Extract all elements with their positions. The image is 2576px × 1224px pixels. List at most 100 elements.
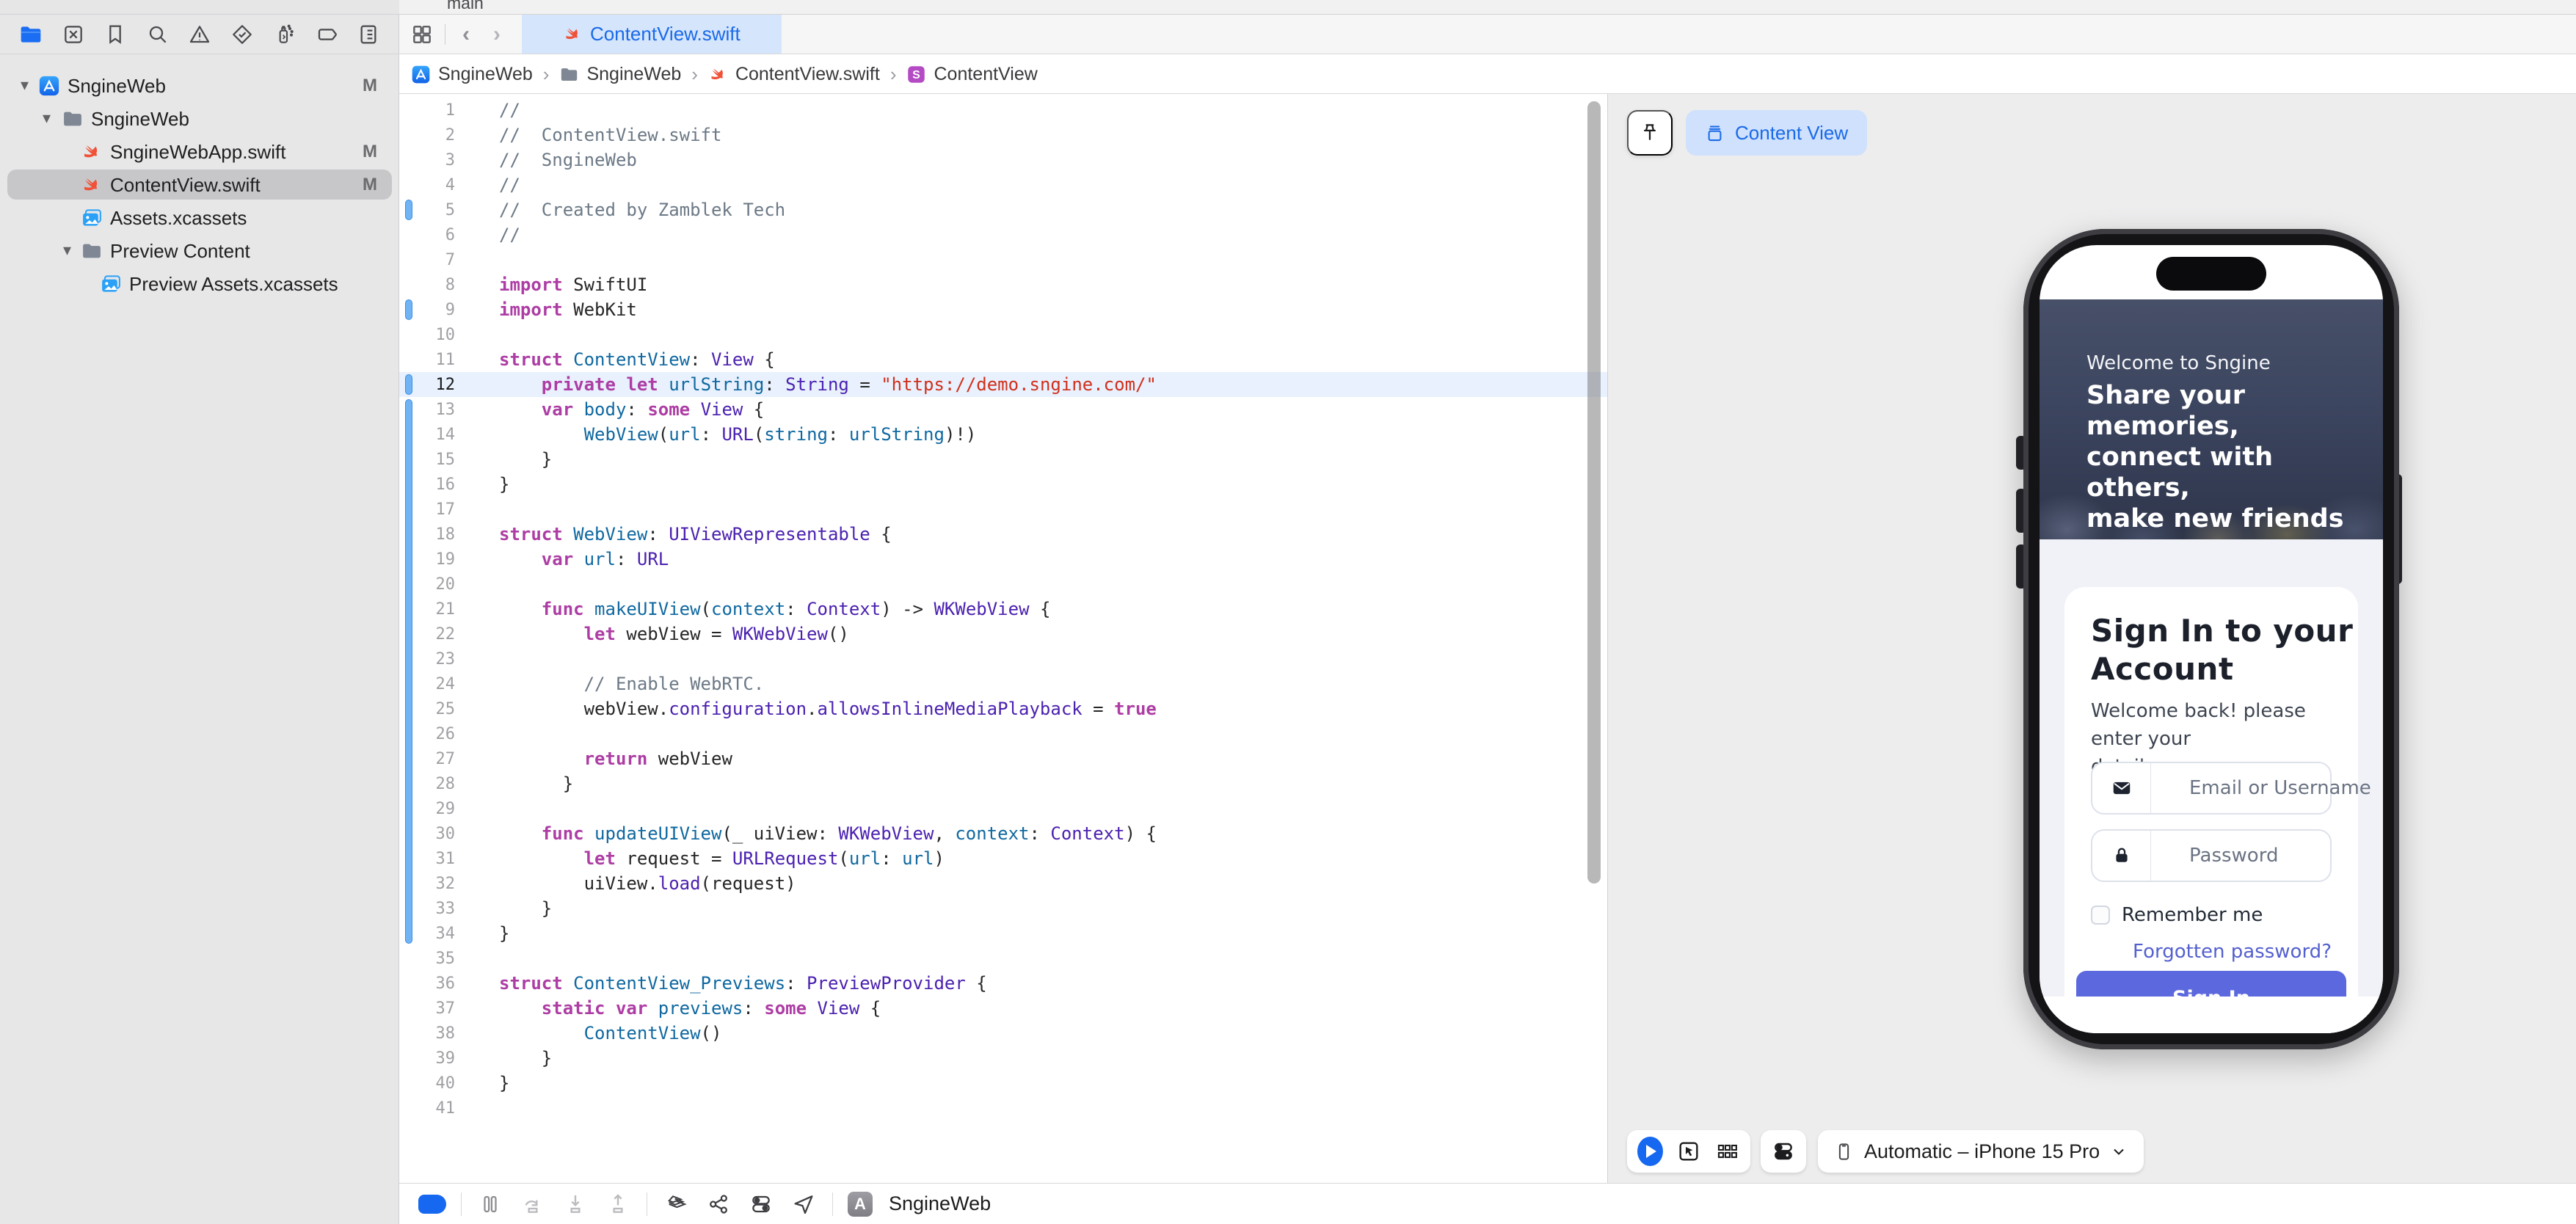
disclosure-chevron-icon[interactable]: ▾ <box>43 110 57 126</box>
device-settings-icon[interactable] <box>1769 1137 1798 1166</box>
file-row-sngineweb[interactable]: ▾ SngineWeb <box>0 102 399 135</box>
jump-bar: SngineWeb › SngineWeb › ContentView.swift › S C… <box>399 55 2576 94</box>
selectable-mode-icon[interactable] <box>1676 1137 1702 1166</box>
code-text: var body: some View { <box>541 399 765 420</box>
memory-graph-icon[interactable] <box>705 1190 732 1218</box>
reports-icon[interactable] <box>354 20 383 49</box>
source-control-change-bar[interactable] <box>405 374 412 395</box>
remember-me-checkbox[interactable] <box>2091 906 2110 925</box>
editor-scrollbar-thumb[interactable] <box>1587 101 1601 884</box>
issues-icon[interactable] <box>185 20 214 49</box>
swift-icon <box>81 141 103 163</box>
debug-gauge-icon[interactable] <box>269 20 299 49</box>
iphone-screen: Welcome to Sngine Share your memories, c… <box>2040 245 2383 1033</box>
debug-bar-separator <box>461 1192 462 1216</box>
code-text: } <box>499 898 553 919</box>
line-number: 4 <box>445 175 455 194</box>
step-over-icon[interactable] <box>519 1190 547 1218</box>
code-line-18: 18 struct WebView: UIViewRepresentable { <box>399 522 1607 547</box>
code-editor[interactable]: 1 // 2 // ContentView.swift 3 // SngineWeb 4 //… <box>399 94 1607 1183</box>
file-label: SngineWeb <box>91 108 189 130</box>
line-number: 38 <box>435 1024 456 1043</box>
breakpoints-toggle-button[interactable] <box>418 1190 446 1218</box>
email-field[interactable] <box>2091 762 2383 815</box>
hero-headline: Share your memories, connect with others… <box>2086 381 2344 533</box>
code-text: } <box>499 1048 553 1068</box>
device-selector[interactable]: Automatic – iPhone 15 Pro <box>1818 1130 2144 1173</box>
code-text: return webView <box>583 748 732 769</box>
code-line-25: 25 webView.configuration.allowsInlineMed… <box>399 696 1607 721</box>
source-control-icon[interactable] <box>59 20 88 49</box>
source-control-change-bar[interactable] <box>405 200 412 220</box>
file-row-preview-content[interactable]: ▾ Preview Content <box>0 234 399 267</box>
symbol-s-icon: S <box>906 65 926 84</box>
view-hierarchy-icon[interactable] <box>662 1190 690 1218</box>
line-number: 3 <box>445 150 455 170</box>
pin-preview-button[interactable] <box>1627 110 1673 156</box>
disclosure-chevron-icon[interactable]: ▾ <box>63 242 78 258</box>
tests-icon[interactable] <box>228 20 257 49</box>
breadcrumb-item-sngineweb[interactable]: SngineWeb <box>411 64 533 85</box>
environment-overrides-icon[interactable] <box>747 1190 775 1218</box>
pause-execution-icon[interactable] <box>476 1190 504 1218</box>
breakpoints-icon[interactable] <box>312 20 341 49</box>
step-out-icon[interactable] <box>604 1190 632 1218</box>
editor-tab-bar: ‹ › ContentView.swift <box>399 15 2576 54</box>
code-line-32: 32 uiView.load(request) <box>399 871 1607 896</box>
breadcrumb-item-sngineweb[interactable]: SngineWeb <box>559 64 681 85</box>
source-control-change-bar[interactable] <box>405 299 412 320</box>
step-into-icon[interactable] <box>561 1190 589 1218</box>
live-preview-play-button[interactable] <box>1637 1137 1663 1166</box>
swift-icon <box>708 65 728 84</box>
breadcrumb-separator-icon: › <box>542 62 550 85</box>
source-control-change-bar[interactable] <box>405 399 412 944</box>
code-text: // Created by Zamblek Tech <box>499 200 786 220</box>
xcode-window: main ▾ SngineWeb M ▾ SngineWeb SngineWeb… <box>0 0 2576 1224</box>
code-text: // SngineWeb <box>499 150 637 170</box>
code-line-12: 12 private let urlString: String = "http… <box>399 372 1607 397</box>
app-icon <box>38 75 60 97</box>
code-line-1: 1 // <box>399 98 1607 123</box>
file-label: Preview Assets.xcassets <box>129 273 338 295</box>
code-line-36: 36 struct ContentView_Previews: PreviewPr… <box>399 971 1607 996</box>
password-field[interactable] <box>2091 829 2383 882</box>
find-icon[interactable] <box>143 20 172 49</box>
back-chevron-icon[interactable]: ‹ <box>456 20 476 49</box>
signin-card: Sign In to your Account Welcome back! pl… <box>2064 587 2383 1033</box>
breadcrumb-label: ContentView.swift <box>735 63 880 84</box>
toolbar-strip-left <box>0 0 399 14</box>
breakpoint-shape-icon <box>418 1194 446 1214</box>
device-label: Automatic – iPhone 15 Pro <box>1864 1140 2100 1162</box>
preview-settings-group <box>1761 1130 1806 1173</box>
related-items-icon[interactable] <box>410 22 434 47</box>
svg-text:S: S <box>913 69 921 81</box>
variants-mode-icon[interactable] <box>1714 1137 1740 1166</box>
code-line-23: 23 <box>399 646 1607 671</box>
simulate-location-icon[interactable] <box>790 1190 818 1218</box>
tab-contentview-swift[interactable]: ContentView.swift <box>522 15 782 54</box>
code-text: // <box>499 100 520 120</box>
code-text: // Enable WebRTC. <box>583 674 765 694</box>
hero-welcome-text: Welcome to Sngine <box>2086 352 2271 374</box>
bookmarks-icon[interactable] <box>101 20 130 49</box>
email-input[interactable] <box>2151 763 2383 813</box>
file-row-sngineweb[interactable]: ▾ SngineWeb M <box>0 69 399 102</box>
code-line-40: 40} <box>399 1071 1607 1096</box>
disclosure-chevron-icon[interactable]: ▾ <box>21 77 35 93</box>
code-line-9: 9 import WebKit <box>399 297 1607 322</box>
code-line-24: 24 // Enable WebRTC. <box>399 671 1607 696</box>
breadcrumb-item-contentview-swift[interactable]: ContentView.swift <box>708 64 880 85</box>
content-view-chip[interactable]: Content View <box>1686 110 1868 156</box>
code-line-35: 35 <box>399 946 1607 971</box>
forward-chevron-icon[interactable]: › <box>487 20 507 49</box>
line-number: 37 <box>435 999 456 1018</box>
file-row-snginewebapp-swift[interactable]: SngineWebApp.swift M <box>0 135 399 168</box>
breadcrumb-item-contentview[interactable]: S ContentView <box>906 64 1038 85</box>
code-text: webView.configuration.allowsInlineMediaP… <box>499 699 1157 719</box>
file-row-assets-xcassets[interactable]: Assets.xcassets <box>0 201 399 234</box>
project-navigator-icon[interactable] <box>16 20 46 49</box>
file-row-contentview-swift[interactable]: ContentView.swift M <box>0 168 399 201</box>
forgotten-password-link[interactable]: Forgotten password? <box>2133 941 2332 963</box>
file-row-preview-assets-xcassets[interactable]: Preview Assets.xcassets <box>0 267 399 300</box>
password-input[interactable] <box>2151 831 2383 881</box>
